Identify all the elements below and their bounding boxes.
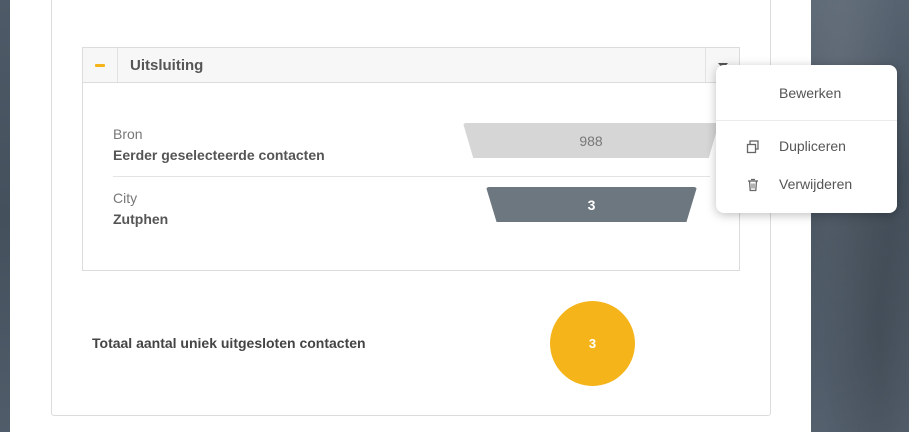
row-city-label: City bbox=[113, 190, 138, 206]
menu-item-duplicate[interactable]: Dupliceren bbox=[716, 130, 897, 164]
panel-header: Uitsluiting bbox=[83, 48, 739, 83]
panel-options-menu: Bewerken Dupliceren Verwijderen bbox=[716, 65, 897, 213]
total-count: 3 bbox=[588, 336, 597, 351]
row-source-label: Bron bbox=[113, 126, 143, 142]
total-count-badge: 3 bbox=[550, 301, 635, 386]
menu-item-label: Bewerken bbox=[779, 85, 842, 101]
duplicate-icon bbox=[746, 140, 759, 154]
funnel-step-count: 3 bbox=[587, 196, 596, 213]
menu-divider bbox=[716, 120, 897, 121]
background-left bbox=[0, 0, 10, 432]
trash-icon bbox=[748, 178, 758, 192]
menu-item-label: Verwijderen bbox=[779, 176, 853, 192]
menu-item-label: Dupliceren bbox=[779, 138, 846, 154]
funnel-step-source: 988 bbox=[463, 123, 719, 158]
minus-icon bbox=[95, 64, 105, 67]
funnel-step-city: 3 bbox=[486, 187, 697, 222]
row-divider bbox=[113, 176, 710, 177]
row-source-value: Eerder geselecteerde contacten bbox=[113, 147, 325, 163]
row-city-value: Zutphen bbox=[113, 211, 169, 227]
main-page: Uitsluiting Bron Eerder geselecteerde co… bbox=[10, 0, 811, 432]
menu-item-edit[interactable]: Bewerken bbox=[716, 77, 897, 111]
panel-title: Uitsluiting bbox=[130, 57, 204, 74]
funnel-step-count: 988 bbox=[579, 132, 603, 149]
collapse-button[interactable] bbox=[83, 48, 118, 82]
total-label: Totaal aantal uniek uitgesloten contacte… bbox=[92, 335, 366, 351]
menu-item-delete[interactable]: Verwijderen bbox=[716, 168, 897, 202]
